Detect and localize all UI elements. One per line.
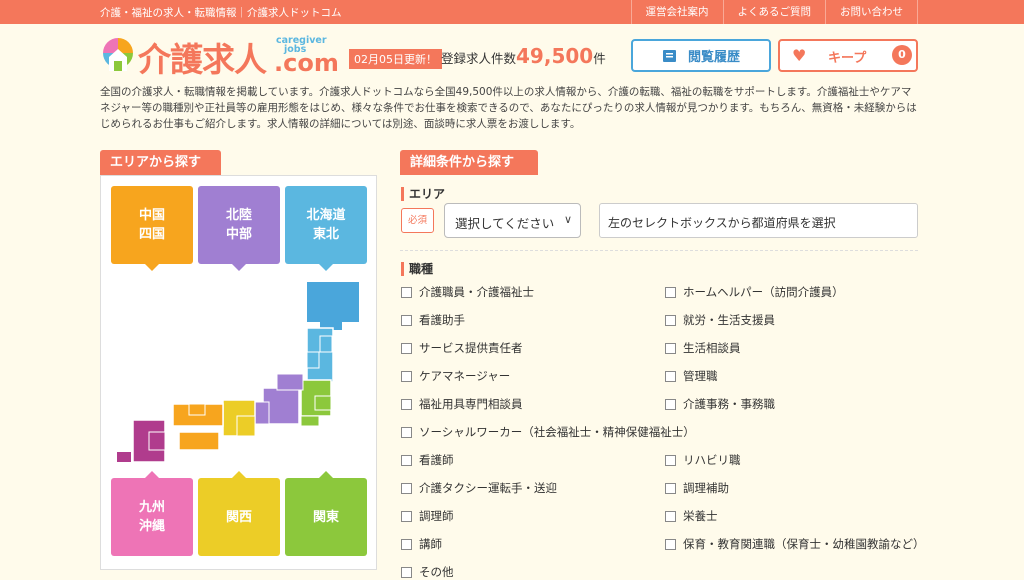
logo-text: 介護求人	[138, 40, 267, 79]
checkbox[interactable]	[665, 454, 676, 466]
job-checkbox[interactable]: 講師	[401, 536, 442, 552]
japan-map[interactable]	[115, 276, 365, 466]
divider	[400, 250, 918, 251]
page: { "topbar":{"tagline":"介護・福祉の求人・転職情報｜介護求…	[0, 0, 1024, 580]
region-kyushu-okinawa[interactable]: 九州 沖縄	[111, 471, 193, 556]
detail-search-heading: 詳細条件から探す	[400, 150, 538, 175]
checkbox[interactable]	[665, 538, 676, 550]
job-checkbox[interactable]: 看護助手	[401, 312, 465, 328]
top-nav: 運営会社案内 よくあるご質問 お問い合わせ	[630, 0, 918, 24]
region-chugoku-shikoku[interactable]: 中国 四国	[111, 186, 193, 271]
checkbox[interactable]	[401, 342, 412, 354]
chevron-down-icon: ∨	[563, 213, 572, 226]
prefecture-select[interactable]: 選択してください ∨	[444, 203, 581, 238]
intro-text: 全国の介護求人・転職情報を掲載しています。介護求人ドットコムなら全国49,500…	[100, 86, 917, 130]
job-checkbox[interactable]: 介護事務・事務職	[665, 396, 775, 412]
top-bar: 介護・福祉の求人・転職情報｜介護求人ドットコム 運営会社案内 よくあるご質問 お…	[0, 0, 1024, 24]
job-count: 登録求人件数49,500件	[441, 44, 606, 68]
checkbox[interactable]	[401, 566, 412, 578]
prefecture-display: 左のセレクトボックスから都道府県を選択	[599, 203, 918, 238]
job-checkbox[interactable]: 生活相談員	[665, 340, 741, 356]
checkbox[interactable]	[401, 314, 412, 326]
history-button[interactable]: 閲覧履歴	[631, 39, 771, 72]
job-checkbox[interactable]: ソーシャルワーカー（社会福祉士・精神保健福祉士）	[401, 424, 695, 440]
checkbox[interactable]	[401, 482, 412, 494]
region-kansai[interactable]: 関西	[198, 471, 280, 556]
job-checkbox[interactable]: 管理職	[665, 368, 718, 384]
keep-count-badge: 0	[892, 45, 912, 65]
checkbox[interactable]	[665, 482, 676, 494]
job-checkbox[interactable]: 栄養士	[665, 508, 718, 524]
count-unit: 件	[593, 51, 606, 66]
checkbox[interactable]	[401, 426, 412, 438]
job-checkbox[interactable]: 調理補助	[665, 480, 729, 496]
job-checkbox[interactable]: リハビリ職	[665, 452, 741, 468]
checkbox[interactable]	[665, 314, 676, 326]
checkbox[interactable]	[665, 370, 676, 382]
checkbox[interactable]	[401, 398, 412, 410]
keep-button[interactable]: ♥ キープ 0	[778, 39, 918, 72]
area-search-heading: エリアから探す	[100, 150, 221, 175]
update-badge: 02月05日更新！	[349, 49, 442, 69]
region-hokkaido-tohoku[interactable]: 北海道 東北	[285, 186, 367, 271]
job-checkbox[interactable]: 看護師	[401, 452, 454, 468]
count-value: 49,500	[516, 44, 594, 68]
job-checkbox[interactable]: その他	[401, 564, 454, 580]
site-logo[interactable]: 介護求人 caregiver jobs .com	[100, 35, 340, 79]
history-label: 閲覧履歴	[687, 50, 740, 65]
job-checkbox[interactable]: 福祉用具専門相談員	[401, 396, 523, 412]
checkbox[interactable]	[665, 398, 676, 410]
checkbox[interactable]	[401, 538, 412, 550]
nav-contact[interactable]: お問い合わせ	[825, 0, 918, 24]
job-checkbox[interactable]: ケアマネージャー	[401, 368, 510, 384]
region-kanto[interactable]: 関東	[285, 471, 367, 556]
site-tagline: 介護・福祉の求人・転職情報｜介護求人ドットコム	[100, 7, 342, 19]
required-badge: 必須	[401, 208, 434, 233]
region-hokuriku-chubu[interactable]: 北陸 中部	[198, 186, 280, 271]
nav-faq[interactable]: よくあるご質問	[722, 0, 826, 24]
house-logo-icon	[103, 38, 133, 71]
checkbox[interactable]	[401, 510, 412, 522]
checkbox[interactable]	[665, 342, 676, 354]
checkbox[interactable]	[401, 286, 412, 298]
nav-company[interactable]: 運営会社案内	[630, 0, 723, 24]
job-checkbox[interactable]: 保育・教育関連職（保育士・幼稚園教諭など）	[665, 536, 925, 552]
count-label: 登録求人件数	[441, 51, 517, 66]
job-checkbox-list: 介護職員・介護福祉士 ホームヘルパー（訪問介護員） 看護助手 就労・生活支援員 …	[401, 284, 925, 580]
area-section-label: エリア	[401, 187, 445, 201]
job-checkbox[interactable]: 介護職員・介護福祉士	[401, 284, 534, 300]
job-checkbox[interactable]: サービス提供責任者	[401, 340, 523, 356]
book-icon	[662, 49, 676, 62]
area-map-panel: 中国 四国 北陸 中部 北海道 東北 九州 沖縄 関西 関東	[100, 175, 377, 570]
job-checkbox[interactable]: 就労・生活支援員	[665, 312, 775, 328]
checkbox[interactable]	[665, 510, 676, 522]
job-section-label: 職種	[401, 262, 433, 276]
job-checkbox[interactable]: ホームヘルパー（訪問介護員）	[665, 284, 844, 300]
checkbox[interactable]	[401, 370, 412, 382]
checkbox[interactable]	[665, 286, 676, 298]
select-placeholder: 選択してください	[455, 216, 555, 231]
keep-label: キープ	[828, 51, 867, 66]
logo-com: .com	[274, 49, 339, 77]
heart-icon: ♥	[792, 46, 807, 65]
job-checkbox[interactable]: 介護タクシー運転手・送迎	[401, 480, 557, 496]
job-checkbox[interactable]: 調理師	[401, 508, 454, 524]
checkbox[interactable]	[401, 454, 412, 466]
